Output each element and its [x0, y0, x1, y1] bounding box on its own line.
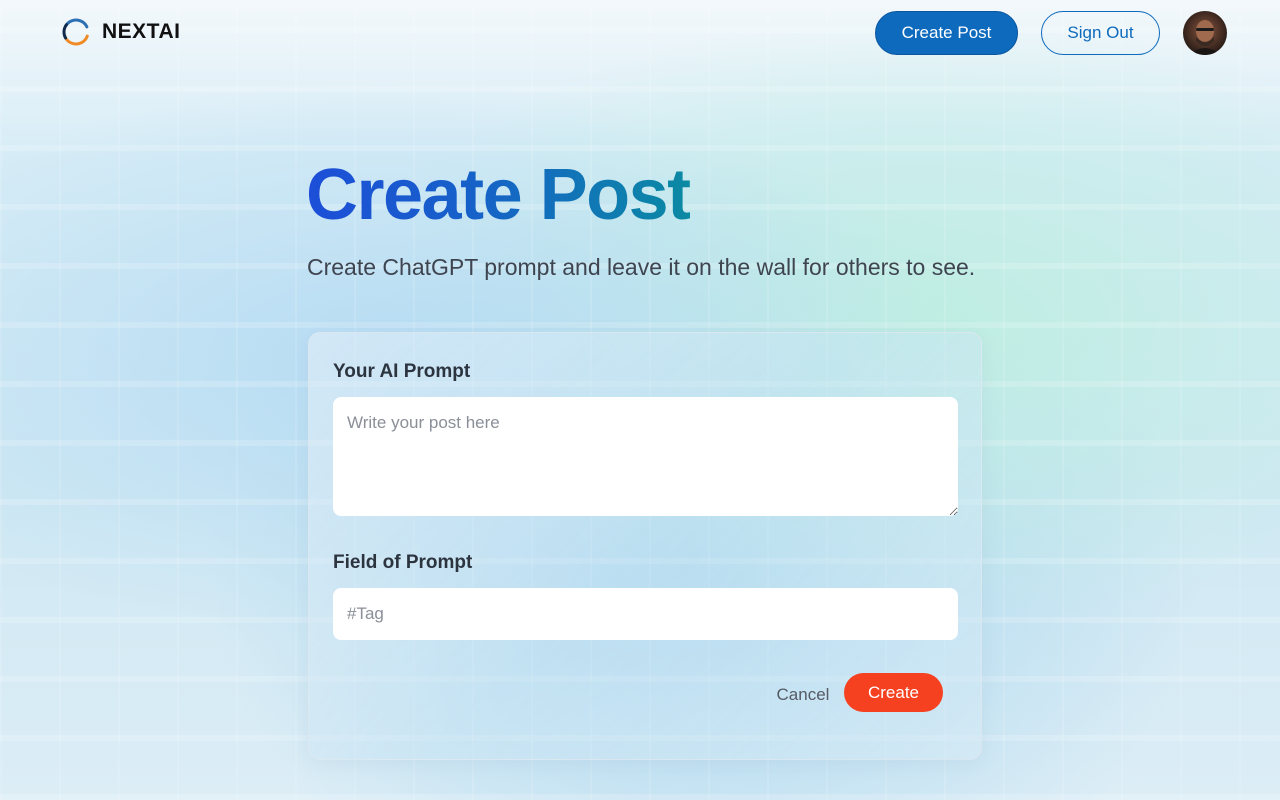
page-subtitle: Create ChatGPT prompt and leave it on th…: [307, 254, 976, 280]
brand-link[interactable]: NEXTAI: [60, 16, 180, 48]
nextai-logo-icon: [62, 18, 90, 46]
tag-input[interactable]: [333, 588, 958, 640]
avatar-portrait-icon: [1189, 20, 1221, 55]
brand-name: NEXTAI: [102, 20, 181, 43]
create-submit-button[interactable]: Create: [844, 673, 943, 712]
tag-label: Field of Prompt: [333, 552, 473, 573]
user-avatar[interactable]: [1183, 11, 1227, 55]
top-navbar: NEXTAI Create Post Sign Out: [0, 0, 1280, 66]
cancel-button[interactable]: Cancel: [761, 679, 845, 711]
prompt-textarea[interactable]: [333, 397, 958, 516]
sign-out-button[interactable]: Sign Out: [1041, 11, 1160, 55]
create-post-form: Your AI Prompt Field of Prompt Cancel Cr…: [308, 332, 982, 760]
create-post-button[interactable]: Create Post: [875, 11, 1018, 55]
page-title: Create Post: [306, 152, 691, 238]
prompt-label: Your AI Prompt: [333, 361, 471, 382]
